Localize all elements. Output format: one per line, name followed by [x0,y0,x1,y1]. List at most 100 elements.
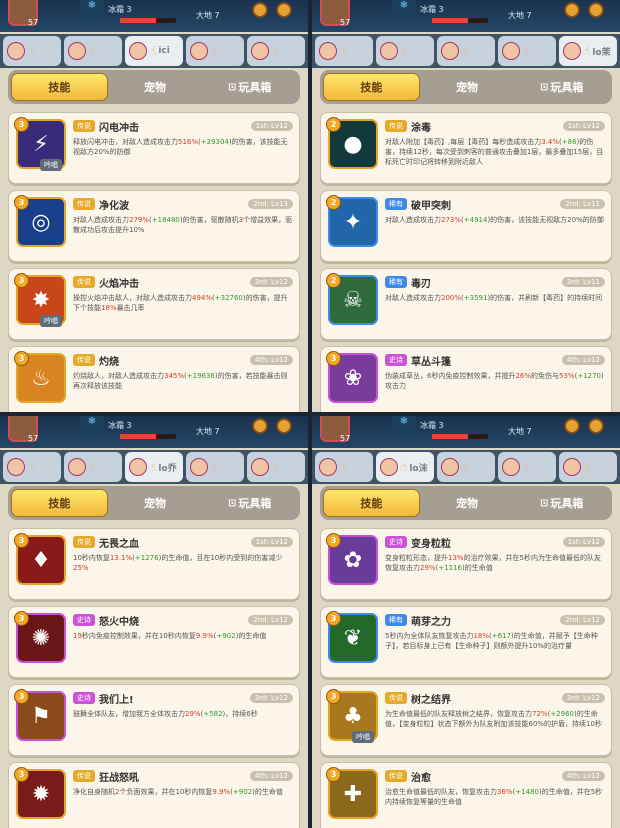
hero-avatar [190,458,208,476]
skill-title-row: 史诗 我们上! 3rd: Lv12 [73,691,293,706]
hero-tab[interactable]: ☝ [498,36,556,66]
skill-card[interactable]: ✚ 3 传说 治愈 4th: Lv12 治愈生命值最低的队友，恢复攻击力36%(+1480… [320,762,612,828]
rarity-badge: 传说 [385,692,407,704]
tab-label: 玩具箱 [238,81,272,94]
skill-icon-frame[interactable]: ✦ 2 [326,195,378,247]
skill-slot-level: 4th: Lv12 [249,771,293,781]
skill-star-badge: 3 [14,611,29,626]
skill-icon-frame[interactable]: ♨ 3 [14,351,66,403]
skill-icon-frame[interactable]: ♣ 3 吟唱 [326,689,378,743]
rarity-badge: 传说 [73,536,95,548]
skill-icon-frame[interactable]: ● 2 [326,117,378,169]
skill-title-row: 史诗 变身粒粒 1st: Lv12 [385,535,605,550]
pointing-hand-icon: ☝ [271,460,279,474]
rarity-badge: 史诗 [73,692,95,704]
tab-pets[interactable]: 宠物 [420,489,515,517]
hero-avatar [7,42,25,60]
skill-card[interactable]: ♣ 3 吟唱 传说 树之结界 3rd: Lv12 为生命值最低的队友释放树之结界，恢复攻击力… [320,684,612,756]
skill-card[interactable]: ❀ 3 史诗 草丛斗篷 4th: Lv12 伪装成草丛，6秒内免疫控制效果，并提升26%的… [320,346,612,412]
hero-tab[interactable]: ☝ [186,452,244,482]
skill-icon-frame[interactable]: ⚑ 3 [14,689,66,741]
lock-icon: ⊡ [227,497,237,509]
rarity-badge: 传说 [385,120,407,132]
skill-slot-level: 2nd: Lv11 [560,199,605,209]
pointing-hand-icon: ☝ [339,460,347,474]
tab-skills[interactable]: 技能 [11,489,108,517]
skill-card[interactable]: ⚡ 3 吟唱 传说 闪电冲击 1st: Lv12 释放闪电冲击，对敌人造成攻击力516%(+… [8,112,300,184]
skill-star-badge: 3 [326,351,341,366]
hero-name: lo沫 [409,463,428,474]
hero-avatar [190,42,208,60]
skill-icon-frame[interactable]: ✹ 3 [14,767,66,819]
hero-tab[interactable]: ☝ ici [125,36,183,66]
hero-tab[interactable]: ☝ [559,452,617,482]
hero-tab[interactable]: ☝ lo乔 [125,452,183,482]
rarity-badge: 稀有 [385,276,407,288]
skill-card[interactable]: ❦ 3 稀有 萌芽之力 2nd: Lv12 5秒内为全体队友恢复攻击力18%(+617)的… [320,606,612,678]
skill-icon-frame[interactable]: ✚ 3 [326,767,378,819]
skill-card[interactable]: ✹ 3 传说 狂战怒吼 4th: Lv12 净化自身随机2个负面效果，并在10秒内恢复9.… [8,762,300,828]
hero-tab[interactable]: ☝ [498,452,556,482]
skill-list: ✿ 3 史诗 变身粒粒 1st: Lv12 变身粒粒形态，提升13%的治疗效果，并在5秒内… [320,528,612,828]
coin-icon [276,418,292,434]
skill-star-badge: 3 [326,533,341,548]
hero-tab[interactable]: ☝ [247,452,305,482]
skill-card[interactable]: ✿ 3 史诗 变身粒粒 1st: Lv12 变身粒粒形态，提升13%的治疗效果，并在5秒内… [320,528,612,600]
skill-card[interactable]: ♨ 3 传说 灼烧 4th: Lv12 灼烧敌人，对敌人造成攻击力345%(+19636)… [8,346,300,412]
skill-icon-frame[interactable]: ✺ 3 [14,611,66,663]
tab-toybox[interactable]: ⊡ 玩具箱 [202,489,297,517]
skill-description: 10秒内恢复13.1%(+1276)的生命值，且在10秒内受到的伤害减少25% [73,554,283,572]
tab-pets[interactable]: 宠物 [420,73,515,101]
skill-icon-frame[interactable]: ❀ 3 [326,351,378,403]
skill-star-badge: 3 [14,351,29,366]
game-panel: 57 ❄ 冰霜 3 大地 7 ☝ ☝ ☝ ici ☝ ☝ 技能 宠物 ⊡ 玩具箱 ⚡ 3 吟唱 传说 闪电冲击 1st… [0,0,308,412]
skill-title-row: 史诗 怒火中烧 2nd: Lv12 [73,613,293,628]
hero-avatar [319,458,337,476]
tab-skills[interactable]: 技能 [323,489,420,517]
hero-tab[interactable]: ☝ [64,36,122,66]
hero-level: 57 [340,18,351,27]
hero-tab[interactable]: ☝ [437,452,495,482]
hero-tab[interactable]: ☝ lo沫 [376,452,434,482]
hero-tab[interactable]: ☝ [64,452,122,482]
tab-pets[interactable]: 宠物 [108,73,203,101]
skill-description: 释放闪电冲击，对敌人造成攻击力516%(+29304)的伤害，该技能无视敌方20… [73,138,288,156]
skill-card[interactable]: ● 2 传说 涂毒 1st: Lv12 对敌人附加【毒药】,每层【毒药】每秒造成攻击力3.… [320,112,612,184]
skill-card[interactable]: ⚑ 3 史诗 我们上! 3rd: Lv12 鼓舞全体队友，增加我方全体攻击力29%(+58… [8,684,300,756]
skill-star-badge: 3 [14,273,29,288]
hero-tab[interactable]: ☝ [3,36,61,66]
skill-icon-frame[interactable]: ◎ 3 [14,195,66,247]
skill-title-row: 传说 火焰冲击 3rd: Lv12 [73,275,293,290]
skill-card[interactable]: ✺ 3 史诗 怒火中烧 2nd: Lv12 19秒内免疫控制效果，并在10秒内恢复9.9%… [8,606,300,678]
hero-tab[interactable]: ☝ [376,36,434,66]
skill-icon-frame[interactable]: ☠ 2 [326,273,378,325]
skill-card[interactable]: ♦ 3 传说 无畏之血 1st: Lv12 10秒内恢复13.1%(+1276)的生命值，… [8,528,300,600]
hero-tab[interactable]: ☝ [186,36,244,66]
hero-tab[interactable]: ☝ [247,36,305,66]
skill-description: 对敌人造成攻击力200%(+3591)的伤害，并刷新【毒药】的持续时间 [385,294,603,302]
skill-card[interactable]: ✦ 2 稀有 破甲突刺 2nd: Lv11 对敌人造成攻击力273%(+4914)的伤害，… [320,190,612,262]
hero-tab[interactable]: ☝ [437,36,495,66]
tab-toybox[interactable]: ⊡ 玩具箱 [514,73,609,101]
skill-icon-frame[interactable]: ✿ 3 [326,533,378,585]
hero-tab[interactable]: ☝ [3,452,61,482]
tab-toybox[interactable]: ⊡ 玩具箱 [202,73,297,101]
screenshot-grid: 57 ❄ 冰霜 3 大地 7 ☝ ☝ ☝ ici ☝ ☝ 技能 宠物 ⊡ 玩具箱 ⚡ 3 吟唱 传说 闪电冲击 1st… [0,0,620,828]
skill-title-row: 传说 无畏之血 1st: Lv12 [73,535,293,550]
skill-card[interactable]: ☠ 2 稀有 毒刃 3rd: Lv11 对敌人造成攻击力200%(+3591)的伤害，并刷… [320,268,612,340]
hero-tab[interactable]: ☝ [315,36,373,66]
skill-card[interactable]: ✸ 3 吟唱 传说 火焰冲击 3rd: Lv12 操控火焰冲击敌人，对敌人造成攻击力494%… [8,268,300,340]
skill-icon-frame[interactable]: ♦ 3 [14,533,66,585]
tab-skills[interactable]: 技能 [11,73,108,101]
hero-tab[interactable]: ☝ lo茉 [559,36,617,66]
rarity-badge: 传说 [73,198,95,210]
tab-skills[interactable]: 技能 [323,73,420,101]
tab-toybox[interactable]: ⊡ 玩具箱 [514,489,609,517]
skill-icon-frame[interactable]: ⚡ 3 吟唱 [14,117,66,171]
skill-icon-frame[interactable]: ❦ 3 [326,611,378,663]
skill-star-badge: 2 [326,195,341,210]
tab-pets[interactable]: 宠物 [108,489,203,517]
hero-tab[interactable]: ☝ [315,452,373,482]
skill-icon-frame[interactable]: ✸ 3 吟唱 [14,273,66,327]
skill-card[interactable]: ◎ 3 传说 净化波 2nd: Lv13 对敌人造成攻击力279%(+18480)的伤害，… [8,190,300,262]
